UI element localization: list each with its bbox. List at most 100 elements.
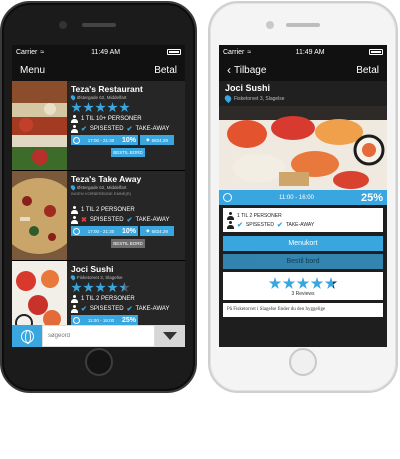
check-icon: ✔ <box>126 126 133 133</box>
service-row: ✔ SPISESTED ✔ TAKE-AWAY <box>227 221 379 229</box>
deal-bar: 11:00 - 16:00 25% <box>219 190 387 205</box>
menu-button[interactable]: Menu <box>20 65 45 76</box>
discount-label: 25% <box>360 191 383 204</box>
star-icon <box>71 282 82 293</box>
status-bar: Carrier ≈ 11:49 AM <box>12 45 185 59</box>
clock-icon <box>73 136 80 144</box>
deal-row: 11:00 - 16:00 25% <box>71 315 181 325</box>
phone-left: Carrier ≈ 11:49 AM Menu Betal Teza's Res… <box>0 1 197 393</box>
globe-button[interactable] <box>12 325 42 347</box>
check-icon: ✔ <box>81 306 87 313</box>
battery-icon <box>368 49 383 55</box>
star-icon <box>268 277 282 289</box>
carrier-label: Carrier <box>16 48 38 56</box>
clock-label: 11:49 AM <box>295 48 325 56</box>
screen-detail: Carrier ≈ 11:49 AM ‹ Tilbage Betal Joci Su… <box>219 45 387 347</box>
star-half-icon <box>119 282 130 293</box>
book-table-button[interactable]: BESTIL BORD <box>111 148 145 157</box>
check-icon: ✔ <box>126 306 133 313</box>
nav-bar: Menu Betal <box>12 59 185 81</box>
pin-icon <box>69 274 77 281</box>
home-button[interactable] <box>84 348 113 376</box>
clock-icon <box>73 316 80 324</box>
front-camera <box>59 21 67 29</box>
star-icon <box>83 282 94 293</box>
check-icon: ✔ <box>237 222 243 229</box>
home-button[interactable] <box>289 348 317 376</box>
star-icon <box>107 102 118 113</box>
time-discount-box: 17:00 - 21:30 10% <box>71 135 138 145</box>
service-row: ✔ SPISESTED ✔ TAKE-AWAY <box>71 305 181 313</box>
cross-icon: ✖ <box>81 217 87 224</box>
restaurant-info: Teza's Restaurant Østergade 62, Middelfa… <box>67 81 185 170</box>
list-item[interactable]: Teza's Restaurant Østergade 62, Middelfa… <box>12 81 185 171</box>
nav-bar: ‹ Tilbage Betal <box>219 59 387 81</box>
carrier-label: Carrier <box>223 48 245 56</box>
battery-icon <box>166 49 181 55</box>
star-icon <box>282 277 296 289</box>
info-box: 1 TIL 2 PERSONER ✔ SPISESTED ✔ TAKE-AWAY <box>223 208 383 232</box>
price-box: ◆ 6824.29 <box>140 135 174 145</box>
wifi-icon: ≈ <box>247 48 252 56</box>
star-half-icon <box>324 277 338 289</box>
book-table-button[interactable]: BESTIL BORD <box>111 239 145 248</box>
star-icon <box>107 282 118 293</box>
star-icon <box>83 102 94 113</box>
chevron-left-icon: ‹ <box>227 63 231 77</box>
restaurant-name: Joci Sushi <box>219 81 387 93</box>
front-camera <box>266 21 274 29</box>
person-icon <box>71 206 78 214</box>
restaurant-address: Fisketorvet 3, Slagelse <box>69 274 181 281</box>
restaurant-name: Teza's Take Away <box>71 174 142 184</box>
persons-row: 1 TIL 2 PERSONER <box>227 212 379 220</box>
search-input[interactable] <box>42 325 155 347</box>
rating-stars <box>71 282 181 293</box>
star-icon <box>95 102 106 113</box>
reviews-box[interactable]: 3 Reviews <box>223 272 383 300</box>
pay-button[interactable]: Betal <box>154 65 177 76</box>
check-icon: ✔ <box>126 217 133 224</box>
clock-label: 11:49 AM <box>91 48 121 56</box>
star-icon <box>71 102 82 113</box>
notice-text: INGEN VORBEREDNE EMNE(R) <box>71 191 132 196</box>
person-icon <box>227 221 234 229</box>
description-text: På Fisketorvet i Slagelse finder du den … <box>223 303 383 317</box>
check-icon: ✔ <box>81 126 87 133</box>
time-range: 11:00 - 16:00 <box>279 194 314 201</box>
menu-card-button[interactable]: Menukort <box>223 236 383 251</box>
person-icon <box>71 125 78 133</box>
dropdown-button[interactable] <box>155 325 185 347</box>
star-icon <box>310 277 324 289</box>
back-button[interactable]: ‹ Tilbage <box>227 63 266 77</box>
search-bar <box>12 325 185 347</box>
speaker-grille <box>286 23 320 27</box>
deal-row: 17:00 - 21:30 10% ◆ 6824.29 <box>71 135 181 145</box>
triangle-down-icon <box>163 332 177 340</box>
clock-icon <box>73 227 80 235</box>
star-icon <box>119 102 130 113</box>
pin-icon <box>69 184 77 191</box>
list-item[interactable]: Teza's Take Away Østergade 62, Middelfar… <box>12 171 185 261</box>
restaurant-info: Teza's Take Away Østergade 62, Middelfar… <box>67 171 185 260</box>
phone-right: Carrier ≈ 11:49 AM ‹ Tilbage Betal Joci Su… <box>208 1 398 393</box>
persons-row: 1 TIL 10+ PERSONER <box>71 115 181 123</box>
food-photo <box>12 171 67 260</box>
pin-icon <box>69 94 77 101</box>
restaurant-address: Østergade 62, Middelfart <box>69 94 181 101</box>
price-box: ◆ 6824.29 <box>140 226 174 236</box>
time-discount-box: 11:00 - 16:00 25% <box>71 315 138 325</box>
restaurant-address: Østergade 62, Middelfart <box>69 184 181 191</box>
food-photo <box>12 81 67 170</box>
book-table-button[interactable]: Bestil bord <box>223 254 383 269</box>
pay-button[interactable]: Betal <box>356 65 379 76</box>
clock-icon <box>223 193 232 202</box>
restaurant-address: Fisketorvet 3, Slagelse <box>219 93 387 106</box>
wifi-icon: ≈ <box>40 48 45 56</box>
persons-row: 1 TIL 2 PERSONER <box>71 206 181 214</box>
service-row: ✔ SPISESTED ✔ TAKE-AWAY <box>71 125 181 133</box>
restaurant-name: Teza's Restaurant <box>71 84 143 94</box>
rating-stars <box>71 102 181 113</box>
globe-icon <box>20 329 34 344</box>
time-discount-box: 17:00 - 21:30 10% <box>71 226 138 236</box>
restaurant-name: Joci Sushi <box>71 264 114 274</box>
